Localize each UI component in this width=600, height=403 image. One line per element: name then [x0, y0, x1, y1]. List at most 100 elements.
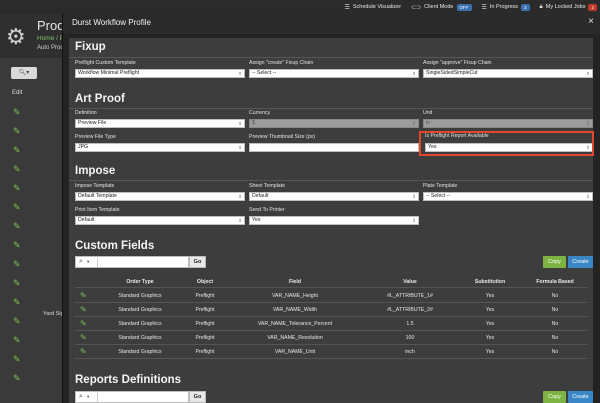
- updown-icon: ⇕: [412, 71, 416, 76]
- menu-icon: ☰: [344, 4, 350, 11]
- table-row: ✎ Standard Graphics Preflight VAR_NAME_R…: [75, 331, 587, 345]
- preflight-template-select[interactable]: Workflow Minimal Preflight ⇕: [75, 69, 245, 78]
- schedule-visualizer-label: Schedule Visualizer: [352, 4, 402, 10]
- locked-jobs-label: My Locked Jobs: [545, 4, 586, 10]
- edit-icon[interactable]: ✎: [13, 184, 22, 193]
- definition-select[interactable]: Preview File ⇕: [75, 119, 245, 128]
- cell-formula-based: No: [551, 349, 559, 355]
- divider: [97, 258, 98, 267]
- column-header: Object: [196, 279, 214, 285]
- cell-value: 100: [405, 335, 415, 341]
- edit-icon[interactable]: ✎: [13, 203, 22, 212]
- send-to-printer-select[interactable]: Yes ⇕: [249, 216, 419, 225]
- cell-value: inch: [405, 349, 415, 355]
- edit-icon[interactable]: ✎: [13, 355, 22, 364]
- section-title: Art Proof: [75, 93, 125, 105]
- column-header: Field: [288, 279, 302, 285]
- go-button[interactable]: Go: [189, 256, 206, 268]
- updown-icon: ⇕: [412, 194, 416, 199]
- edit-icon[interactable]: ✎: [13, 165, 22, 174]
- edit-icon[interactable]: ✎: [80, 320, 88, 328]
- plate-template-select[interactable]: -- Select -- ⇕: [423, 192, 593, 201]
- art-proof-section: Art Proof Definition Preview File ⇕ Curre…: [69, 88, 593, 170]
- cell-formula-based: No: [551, 335, 559, 341]
- breadcrumb[interactable]: Home / P: [37, 35, 64, 42]
- edit-icon[interactable]: ✎: [13, 260, 22, 269]
- select-value: Default Template: [78, 193, 117, 199]
- updown-icon: ⇕: [412, 121, 416, 126]
- chevron-down-icon: ▾: [87, 259, 90, 264]
- field-label: Preview Thumbnail Size (px): [249, 134, 315, 140]
- cell-object: Preflight: [195, 293, 215, 299]
- select-value: Workflow Minimal Preflight: [78, 70, 140, 76]
- in-progress-link[interactable]: ☰ In Progress 3: [482, 3, 530, 11]
- cell-formula-based: No: [551, 307, 559, 313]
- edit-icon[interactable]: ✎: [13, 146, 22, 155]
- edit-icon[interactable]: ✎: [80, 306, 88, 314]
- copy-button[interactable]: Copy: [543, 391, 566, 403]
- divider: [69, 108, 593, 109]
- in-progress-count: 3: [521, 3, 530, 11]
- edit-column-header: Edit: [12, 90, 23, 96]
- search-input[interactable]: ⌕ ▾: [75, 256, 189, 268]
- copy-button[interactable]: Copy: [543, 256, 566, 268]
- top-bar: ☰ Schedule Visualizer ⊂⊃ Client Mode OFF…: [0, 0, 600, 14]
- field-label: Plate Template: [423, 183, 458, 189]
- edit-icon[interactable]: ✎: [13, 222, 22, 231]
- create-button[interactable]: Create: [568, 391, 593, 403]
- preview-file-type-select[interactable]: JPG ⇕: [75, 143, 245, 152]
- edit-icon[interactable]: ✎: [13, 298, 22, 307]
- sheet-template-select[interactable]: Default ⇕: [249, 192, 419, 201]
- search-dropdown-button[interactable]: 🔍︎▾: [11, 67, 37, 79]
- edit-icon[interactable]: ✎: [13, 241, 22, 250]
- custom-fields-section: Custom Fields ⌕ ▾ Go Copy Create Order T…: [69, 233, 593, 373]
- field-label: Send To Printer: [249, 207, 285, 213]
- cell-value: #L_ATTRIBUTE_1#: [387, 293, 433, 299]
- table-row: ✎ Standard Graphics Preflight VAR_NAME_W…: [75, 303, 587, 317]
- edit-icon[interactable]: ✎: [13, 336, 22, 345]
- edit-icon[interactable]: ✎: [13, 317, 22, 326]
- table-row: ✎ Standard Graphics Preflight VAR_NAME_T…: [75, 317, 587, 331]
- updown-icon: ⇕: [238, 194, 242, 199]
- create-button[interactable]: Create: [568, 256, 593, 268]
- chevron-down-icon: ▾: [87, 394, 90, 399]
- edit-icon[interactable]: ✎: [13, 279, 22, 288]
- edit-icon[interactable]: ✎: [80, 334, 88, 342]
- edit-icon[interactable]: ✎: [13, 108, 22, 117]
- cell-value: 1.5: [406, 321, 414, 327]
- select-value: SingleSidedSimpleCut: [426, 70, 478, 76]
- cell-field: VAR_NAME_Tolerance_Percent: [257, 321, 333, 327]
- search-input[interactable]: ⌕ ▾: [75, 391, 189, 403]
- cell-object: Preflight: [195, 335, 215, 341]
- client-mode-toggle[interactable]: ⊂⊃ Client Mode OFF: [411, 3, 472, 11]
- updown-icon: ⇕: [412, 218, 416, 223]
- field-label: Preview File Type: [75, 134, 116, 140]
- cell-substitution: Yes: [485, 349, 495, 355]
- edit-icon[interactable]: ✎: [80, 348, 88, 356]
- locked-jobs-link[interactable]: 🔒︎ My Locked Jobs 2: [540, 3, 597, 11]
- thumbnail-size-input[interactable]: [249, 143, 419, 152]
- search-icon: ⌕: [79, 393, 83, 400]
- cell-value: #L_ATTRIBUTE_2#: [387, 307, 433, 313]
- reports-definitions-section: Reports Definitions ⌕ ▾ Go Copy Create: [69, 370, 593, 403]
- field-label: Print Item Template: [75, 207, 120, 213]
- modal-header: Durst Workflow Profile ×: [63, 13, 600, 34]
- edit-icon[interactable]: ✎: [80, 292, 88, 300]
- table-row: ✎ Standard Graphics Preflight VAR_NAME_H…: [75, 289, 587, 303]
- updown-icon: ⇕: [586, 121, 590, 126]
- updown-icon: ⇕: [586, 194, 590, 199]
- go-button[interactable]: Go: [189, 391, 206, 403]
- create-fixup-chain-select[interactable]: -- Select -- ⇕: [249, 69, 419, 78]
- schedule-visualizer-link[interactable]: ☰ Schedule Visualizer: [344, 4, 401, 11]
- edit-icon[interactable]: ✎: [13, 374, 22, 383]
- print-item-template-select[interactable]: Default ⇕: [75, 216, 245, 225]
- edit-icon[interactable]: ✎: [13, 127, 22, 136]
- select-value: -- Select --: [252, 70, 277, 76]
- impose-section: Impose Impose Template Default Template ⇕…: [69, 160, 593, 235]
- field-label: Preflight Custom Template: [75, 60, 136, 66]
- approve-fixup-chain-select[interactable]: SingleSidedSimpleCut ⇕: [423, 69, 593, 78]
- close-icon[interactable]: ×: [588, 16, 594, 27]
- updown-icon: ⇕: [238, 145, 242, 150]
- column-header: Order Type: [126, 279, 154, 285]
- impose-template-select[interactable]: Default Template ⇕: [75, 192, 245, 201]
